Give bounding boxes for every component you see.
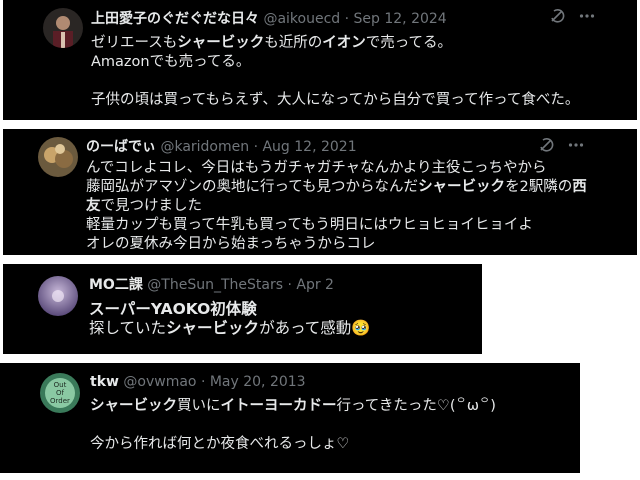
bold-text: 友 [86,198,101,214]
text-segment: 藤岡弘がアマゾンの奥地に行っても見つからなんだ [86,179,419,195]
user-handle[interactable]: @ovwmao [123,374,196,390]
display-name[interactable]: のーばでぃ [86,139,156,155]
tweet-line: オレの夏休み今日から始まっちゃうからコレ [86,235,587,254]
tweet-card[interactable]: 上田愛子のぐだぐだな日々 @aikouecd · Sep 12, 2024 ゼリ… [3,0,637,120]
avatar-text-3: Order [50,397,70,405]
text-segment: Amazonでも売ってる。 [91,54,251,70]
tweet-line: んでコレよコレ、今日はもうガチャガチャなんかより主役こっちやから [86,159,587,178]
text-segment: も近所の [264,35,323,51]
tweet-date[interactable]: May 20, 2013 [210,374,306,390]
bold-text: シャービック [177,35,265,51]
tweet-text: シャービック買いにイトーヨーカドー行ってきたった♡(꒪ω꒪) 今から作れば何とか夜… [90,397,496,454]
tweet-line: 軽量カップも買って牛乳も買ってもう明日にはウヒョヒョイヒョイよ [86,216,587,235]
tweet-line: 子供の頃は買ってもらえず、大人になってから自分で買って作って食べた。 [91,91,579,110]
tweet-date[interactable]: Apr 2 [296,277,334,293]
tweet-text: スーパーYAOKO初体験 探していたシャービックがあって感動🥹 [89,299,371,337]
text-segment: 子供の頃は買ってもらえず、大人になってから自分で買って作って食べた。 [91,92,580,108]
avatar-caption: Out Of Order [40,373,80,413]
tweet-header: 上田愛子のぐだぐだな日々 @aikouecd · Sep 12, 2024 [91,10,447,28]
text-segment: んでコレよコレ、今日はもうガチャガチャなんかより主役こっちやから [86,160,547,176]
tweet-card[interactable]: MO二課 @TheSun_TheStars · Apr 2 スーパーYAOKO初… [3,264,482,354]
tweet-header: MO二課 @TheSun_TheStars · Apr 2 [89,276,334,294]
more-icon[interactable] [579,8,595,24]
avatar[interactable] [38,276,78,316]
text-segment: 行ってきたった♡(꒪ω꒪) [336,398,496,414]
tweet-date[interactable]: Sep 12, 2024 [354,11,447,27]
tweet-actions [549,8,595,24]
tweet-line: 今から作れば何とか夜食べれるっしょ♡ [90,435,496,454]
text-segment: で売ってる。 [365,35,453,51]
user-handle[interactable]: @karidomen [160,139,249,155]
tweet-header: のーばでぃ @karidomen · Aug 12, 2021 [86,138,357,156]
separator: · [200,374,206,390]
avatar-text-2: Of [56,389,64,397]
avatar[interactable] [38,137,78,177]
separator: · [253,139,259,155]
more-icon[interactable] [568,137,584,153]
user-handle[interactable]: @TheSun_TheStars [147,277,283,293]
grok-icon[interactable] [549,8,565,24]
tweet-text: んでコレよコレ、今日はもうガチャガチャなんかより主役こっちやから 藤岡弘がアマゾン… [86,159,587,254]
text-segment: 探していた [89,319,167,337]
tweet-line: ゼリエースもシャービックも近所のイオンで売ってる。 [91,34,579,53]
separator: · [287,277,292,293]
bold-text: イオン [322,35,366,51]
display-name[interactable]: tkw [90,374,119,390]
text-segment: 買いに [177,398,221,414]
tweet-line: 藤岡弘がアマゾンの奥地に行っても見つからなんだシャービックを2駅隣の西 [86,178,587,197]
grok-icon[interactable] [538,137,554,153]
bold-text: シャービック [90,398,177,414]
text-segment: オレの夏休み今日から始まっちゃうからコレ [86,236,376,252]
tweet-header: tkw @ovwmao · May 20, 2013 [90,373,306,391]
bold-text: シャービック [166,319,260,337]
tweet-card[interactable]: のーばでぃ @karidomen · Aug 12, 2021 んでコレよコレ、… [3,129,637,255]
tweet-date[interactable]: Aug 12, 2021 [262,139,356,155]
display-name[interactable]: MO二課 [89,277,143,293]
text-segment: 軽量カップも買って牛乳も買ってもう明日にはウヒョヒョイヒョイよ [86,217,533,233]
text-segment: ゼリエースも [91,35,178,51]
tweet-text: ゼリエースもシャービックも近所のイオンで売ってる。 Amazonでも売ってる。 子供… [91,34,579,110]
text-segment: で見つけました [100,198,203,214]
tweet-line: 探していたシャービックがあって感動🥹 [89,318,371,337]
avatar-text-1: Out [53,381,67,389]
tweet-line: Amazonでも売ってる。 [91,53,579,72]
tweet-line: 友で見つけました [86,197,587,216]
text-segment: を2駅隣の [505,179,573,195]
bold-text: シャービック [418,179,506,195]
avatar[interactable] [43,8,83,48]
tweet-card[interactable]: Out Of Order tkw @ovwmao · May 20, 2013 … [0,363,580,473]
bold-text: スーパーYAOKO初体験 [89,300,257,318]
tweet-actions [538,137,584,153]
text-segment: があって感動🥹 [259,319,371,337]
user-handle[interactable]: @aikouecd [263,11,340,27]
bold-text: 西 [572,179,587,195]
tweet-line: シャービック買いにイトーヨーカドー行ってきたった♡(꒪ω꒪) [90,397,496,416]
bold-text: イトーヨーカドー [220,398,337,414]
display-name[interactable]: 上田愛子のぐだぐだな日々 [91,11,259,27]
text-segment: 今から作れば何とか夜食べれるっしょ♡ [90,436,350,452]
tweet-line: スーパーYAOKO初体験 [89,299,371,318]
separator: · [344,11,350,27]
